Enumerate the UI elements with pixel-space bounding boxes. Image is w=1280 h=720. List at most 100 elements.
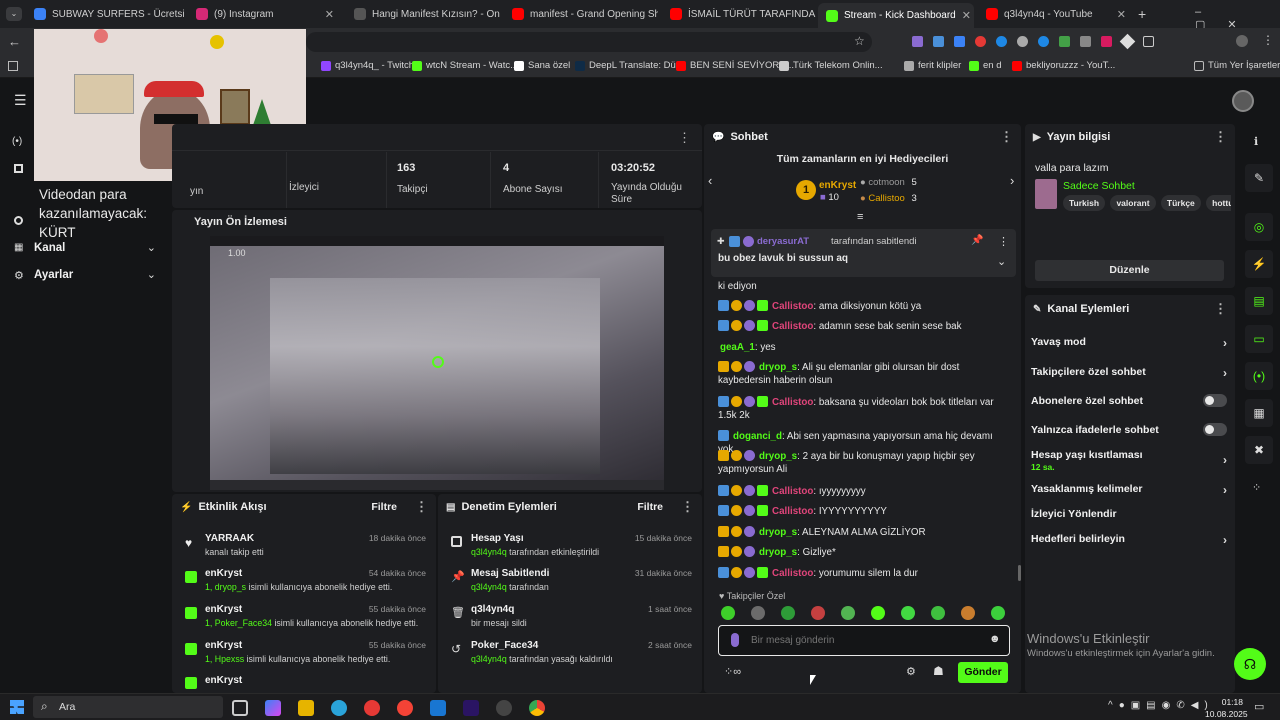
chat-scrollbar[interactable] xyxy=(1018,565,1021,581)
tag-chip[interactable]: Turkish xyxy=(1063,195,1106,211)
tab-close-icon[interactable]: ✕ xyxy=(962,9,971,22)
gear-icon[interactable]: ⚙ xyxy=(906,665,916,678)
info-icon[interactable]: ℹ xyxy=(1254,135,1258,148)
extension-icon[interactable] xyxy=(1080,36,1091,47)
extension-icon[interactable] xyxy=(1038,36,1049,47)
chat-input-box[interactable]: ☻ xyxy=(718,625,1010,656)
tab-ismail[interactable]: İSMAİL TÜRÜT TARAFINDAN SI✕ xyxy=(662,4,816,24)
more-options-icon[interactable]: ⋮ xyxy=(1214,301,1227,317)
rail-chat-button[interactable]: ▭ xyxy=(1245,325,1273,353)
notification-icon[interactable]: ▭ xyxy=(1254,700,1264,713)
chat-username[interactable]: dryop_s xyxy=(759,451,797,462)
obs-icon[interactable] xyxy=(496,700,512,716)
sidebar-item-ayarlar[interactable]: ⚙ Ayarlar ⌄ xyxy=(12,268,162,284)
more-options-icon[interactable]: ⋮ xyxy=(998,235,1009,248)
more-options-icon[interactable]: ⋮ xyxy=(681,499,694,515)
profile-avatar-icon[interactable] xyxy=(1236,35,1248,47)
broadcast-icon[interactable]: (•) xyxy=(12,136,22,147)
bookmark-item[interactable]: q3l4yn4q_ - Twitch xyxy=(321,60,414,71)
dashboard-icon[interactable] xyxy=(14,164,23,173)
bookmark-item[interactable]: DeepL Translate: Dü... xyxy=(575,60,684,71)
bookmark-item[interactable]: Sana özel xyxy=(514,60,570,71)
extension-icon[interactable] xyxy=(1101,36,1112,47)
action-account-age[interactable]: Hesap yaşı kısıtlaması › 12 sa. xyxy=(1031,449,1227,472)
emote-icon[interactable] xyxy=(811,606,825,620)
taskbar-search-box[interactable]: ⌕ Ara xyxy=(33,696,223,718)
windows-start-icon[interactable] xyxy=(10,700,24,714)
emote-icon[interactable] xyxy=(841,606,855,620)
tab-search-icon[interactable]: ⌄ xyxy=(6,7,22,21)
rail-lightning-button[interactable]: ⚡ xyxy=(1245,250,1273,278)
action-followers-only[interactable]: Takipçilere özel sohbet › xyxy=(1031,366,1227,380)
all-bookmarks[interactable]: Tüm Yer İşaretleri xyxy=(1194,60,1280,71)
emote-icon[interactable] xyxy=(871,606,885,620)
support-chat-button[interactable]: ☊ xyxy=(1234,648,1266,680)
subscribers-only-toggle[interactable] xyxy=(1203,394,1227,407)
send-button[interactable]: Gönder xyxy=(958,662,1008,683)
user-avatar[interactable] xyxy=(1232,90,1254,112)
emote-only-toggle[interactable] xyxy=(1203,423,1227,436)
tag-chip[interactable]: hottul xyxy=(1206,195,1231,211)
chat-username[interactable]: dryop_s xyxy=(759,362,797,373)
stream-category[interactable]: Sadece Sohbet xyxy=(1063,180,1135,192)
expand-handle-icon[interactable]: ≡ xyxy=(857,211,863,223)
chevron-right-icon[interactable]: › xyxy=(1010,173,1014,188)
apps-grid-icon[interactable] xyxy=(8,61,18,71)
chat-username[interactable]: Callistoo xyxy=(772,301,813,312)
action-set-goals[interactable]: Hedefleri belirleyin › xyxy=(1031,533,1227,547)
tab-close-icon[interactable]: ✕ xyxy=(325,8,334,21)
tab-manifest-youtube[interactable]: manifest - Grand Opening Sho✕ xyxy=(504,4,658,24)
back-arrow-icon[interactable]: ← xyxy=(8,34,21,49)
chat-username[interactable]: Callistoo xyxy=(772,397,813,408)
chat-username[interactable]: Callistoo xyxy=(772,321,813,332)
preview-video[interactable]: 1.00 xyxy=(210,236,664,490)
tab-manifest-quiz[interactable]: Hangi Manifest Kızısın? - Oned✕ xyxy=(346,4,500,24)
address-bar[interactable] xyxy=(306,32,872,52)
task-view-icon[interactable] xyxy=(232,700,248,716)
bookmark-star-icon[interactable]: ☆ xyxy=(854,34,865,48)
emote-icon[interactable] xyxy=(901,606,915,620)
action-emote-only[interactable]: Yalnızca ifadelerle sohbet xyxy=(1031,423,1227,436)
system-tray-icons[interactable]: ^●▣▤◉✆◀) xyxy=(1108,700,1214,711)
bookmark-item[interactable]: wtcN Stream - Watc... xyxy=(412,60,518,71)
bookmark-item[interactable]: bekliyoruzzz - YouT... xyxy=(1012,60,1115,71)
chat-username[interactable]: geaA_1 xyxy=(720,342,755,353)
copilot-icon[interactable] xyxy=(265,700,281,716)
emote-icon[interactable] xyxy=(961,606,975,620)
hamburger-menu-icon[interactable]: ☰ xyxy=(14,92,27,109)
file-explorer-icon[interactable] xyxy=(298,700,314,716)
tools-icon[interactable]: ⁘ xyxy=(1252,481,1261,494)
more-options-icon[interactable]: ⋮ xyxy=(678,130,691,146)
action-host[interactable]: İzleyici Yönlendir xyxy=(1031,508,1227,520)
bookmark-item[interactable]: Türk Telekom Onlin... xyxy=(779,60,883,71)
chrome-icon[interactable] xyxy=(529,700,545,716)
emote-icon[interactable] xyxy=(991,606,1005,620)
extension-icon[interactable] xyxy=(1059,36,1070,47)
outlook-icon[interactable] xyxy=(430,700,446,716)
bookmark-item[interactable]: ferit klipler xyxy=(904,60,961,71)
rail-layout-button[interactable]: ▦ xyxy=(1245,399,1273,427)
tab-close-icon[interactable]: ✕ xyxy=(1117,8,1126,21)
chat-username[interactable]: Callistoo xyxy=(772,506,813,517)
edit-stream-button[interactable]: Düzenle xyxy=(1035,260,1224,281)
more-options-icon[interactable]: ⋮ xyxy=(1000,129,1013,145)
yandex-icon[interactable] xyxy=(364,700,380,716)
more-options-icon[interactable]: ⋮ xyxy=(1214,129,1227,145)
bookmark-item[interactable]: en d xyxy=(969,60,1002,71)
tab-youtube-channel[interactable]: q3l4yn4q - YouTube ✕ xyxy=(978,4,1134,24)
edge-icon[interactable] xyxy=(331,700,347,716)
rail-tools-button[interactable]: ✖ xyxy=(1245,436,1273,464)
chat-username[interactable]: doganci_d xyxy=(733,431,782,442)
tab-subway[interactable]: SUBWAY SURFERS - Ücretsiz Ç✕ xyxy=(26,4,184,24)
tag-chip[interactable]: Türkçe xyxy=(1160,195,1201,211)
rail-edit-button[interactable]: ✎ xyxy=(1245,164,1273,192)
emote-icon[interactable] xyxy=(931,606,945,620)
target-icon[interactable] xyxy=(14,216,23,225)
microphone-icon[interactable] xyxy=(731,633,739,647)
premiere-icon[interactable] xyxy=(463,700,479,716)
action-slow-mode[interactable]: Yavaş mod › xyxy=(1031,336,1227,350)
rail-broadcast-button[interactable]: (•) xyxy=(1245,362,1273,390)
emote-icon[interactable] xyxy=(781,606,795,620)
chat-username[interactable]: Callistoo xyxy=(772,486,813,497)
action-banned-words[interactable]: Yasaklanmış kelimeler › xyxy=(1031,483,1227,497)
